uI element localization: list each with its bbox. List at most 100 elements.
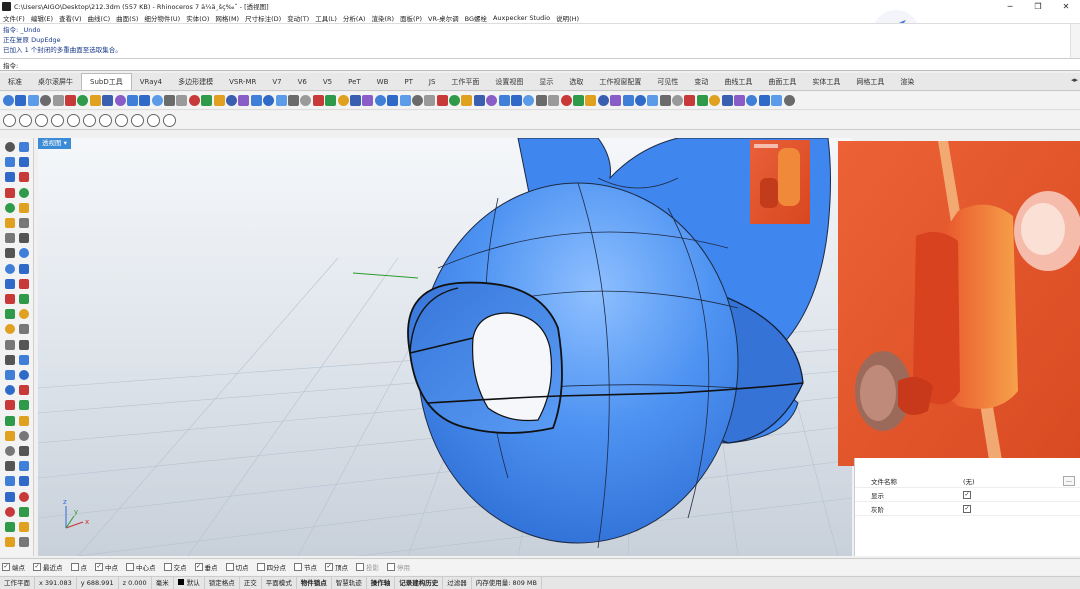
tab-cplanes[interactable]: 工作平面 bbox=[443, 75, 487, 90]
toolbox-tool-icon[interactable] bbox=[5, 476, 15, 487]
menu-transform[interactable]: 变动(T) bbox=[287, 13, 309, 23]
toolbox-tool-icon[interactable] bbox=[5, 537, 15, 548]
edit-tool-button-icon[interactable] bbox=[83, 113, 96, 127]
osnap-checkbox[interactable]: ✓ bbox=[33, 563, 41, 571]
toolbox-tool-icon[interactable] bbox=[5, 430, 15, 441]
toolbox-tool-icon[interactable] bbox=[5, 172, 15, 183]
osnap-checkbox[interactable] bbox=[126, 563, 134, 571]
toolbox-tool-icon[interactable] bbox=[19, 400, 29, 411]
toolbox-tool-icon[interactable] bbox=[5, 491, 15, 502]
toolbox-tool-icon[interactable] bbox=[5, 324, 15, 335]
toolbox-tool-icon[interactable] bbox=[5, 370, 15, 380]
tab-vsr-mr[interactable]: VSR-MR bbox=[221, 75, 264, 90]
subd-tool-button-icon[interactable] bbox=[709, 95, 721, 106]
subd-tool-button-icon[interactable] bbox=[721, 95, 733, 106]
toolbox-tool-icon[interactable] bbox=[5, 294, 15, 304]
tab-poly-modeling[interactable]: 多边形建模 bbox=[170, 75, 221, 90]
minimize-button[interactable]: ─ bbox=[996, 0, 1024, 12]
menu-tools[interactable]: 工具(L) bbox=[315, 13, 337, 23]
osnap-checkbox[interactable] bbox=[356, 563, 364, 571]
subd-tool-button-icon[interactable] bbox=[3, 95, 14, 106]
tab-pt[interactable]: PT bbox=[396, 75, 421, 90]
menu-mesh[interactable]: 网格(M) bbox=[215, 13, 239, 23]
toolbox-tool-icon[interactable] bbox=[19, 506, 29, 517]
toolbox-tool-icon[interactable] bbox=[19, 309, 29, 320]
subd-tool-button-icon[interactable] bbox=[622, 95, 634, 106]
subd-tool-button-icon[interactable] bbox=[399, 95, 411, 106]
osnap-checkbox[interactable] bbox=[294, 563, 302, 571]
subd-tool-button-icon[interactable] bbox=[523, 95, 535, 106]
subd-tool-button-icon[interactable] bbox=[337, 95, 349, 106]
subd-tool-button-icon[interactable] bbox=[424, 95, 436, 106]
toolbox-tool-icon[interactable] bbox=[5, 142, 15, 152]
subd-tool-button-icon[interactable] bbox=[77, 95, 89, 106]
toolbox-tool-icon[interactable] bbox=[19, 339, 29, 350]
toolbox-tool-icon[interactable] bbox=[5, 522, 15, 532]
status-grid-snap[interactable]: 锁定格点 bbox=[205, 576, 240, 589]
toolbox-tool-icon[interactable] bbox=[19, 430, 29, 441]
subd-tool-button-icon[interactable] bbox=[238, 95, 250, 106]
toolbox-tool-icon[interactable] bbox=[5, 278, 15, 289]
osnap-option[interactable]: 中心点 bbox=[126, 562, 156, 572]
status-filter[interactable]: 过滤器 bbox=[443, 576, 472, 589]
tab-mesh-tools[interactable]: 网格工具 bbox=[848, 75, 892, 90]
subd-tool-button-icon[interactable] bbox=[746, 95, 758, 106]
subd-tool-button-icon[interactable] bbox=[263, 95, 275, 106]
subd-tool-button-icon[interactable] bbox=[672, 95, 684, 106]
toolbox-tool-icon[interactable] bbox=[5, 157, 15, 168]
menu-render[interactable]: 渲染(R) bbox=[371, 13, 394, 23]
osnap-checkbox[interactable] bbox=[163, 563, 172, 571]
status-layer[interactable]: 默认 bbox=[174, 576, 205, 589]
toolbox-tool-icon[interactable] bbox=[19, 370, 29, 380]
subd-tool-button-icon[interactable] bbox=[275, 95, 287, 106]
subd-tool-button-icon[interactable] bbox=[226, 95, 238, 106]
subd-tool-button-icon[interactable] bbox=[473, 95, 485, 106]
menu-surface[interactable]: 曲面(S) bbox=[116, 13, 138, 23]
osnap-checkbox[interactable] bbox=[387, 563, 395, 571]
toolbox-tool-icon[interactable] bbox=[5, 385, 15, 396]
restore-button[interactable]: ❐ bbox=[1024, 0, 1052, 12]
menu-analyze[interactable]: 分析(A) bbox=[343, 13, 366, 23]
subd-tool-button-icon[interactable] bbox=[771, 95, 783, 106]
perspective-viewport[interactable]: z x y bbox=[38, 138, 852, 556]
toolbox-tool-icon[interactable] bbox=[19, 385, 29, 396]
menu-file[interactable]: 文件(F) bbox=[3, 13, 25, 23]
subd-tool-button-icon[interactable] bbox=[610, 95, 622, 106]
toolbox-tool-icon[interactable] bbox=[5, 506, 15, 517]
toolbox-tool-icon[interactable] bbox=[19, 218, 29, 228]
tab-viewport-layout[interactable]: 工作视窗配置 bbox=[591, 75, 649, 90]
toolbox-tool-icon[interactable] bbox=[5, 309, 15, 320]
subd-tool-button-icon[interactable] bbox=[312, 95, 324, 106]
osnap-option[interactable]: 停用 bbox=[387, 562, 410, 572]
tab-transform[interactable]: 变动 bbox=[686, 75, 716, 90]
subd-tool-button-icon[interactable] bbox=[387, 95, 399, 106]
tab-pet[interactable]: PeT bbox=[340, 75, 369, 90]
subd-tool-button-icon[interactable] bbox=[52, 95, 64, 106]
tab-wb[interactable]: WB bbox=[369, 75, 397, 90]
tab-standard[interactable]: 标准 bbox=[0, 75, 30, 90]
subd-tool-button-icon[interactable] bbox=[27, 95, 39, 106]
subd-tool-button-icon[interactable] bbox=[486, 95, 498, 106]
toolbox-tool-icon[interactable] bbox=[5, 248, 15, 259]
toolbox-tool-icon[interactable] bbox=[19, 354, 29, 365]
toolbox-tool-icon[interactable] bbox=[5, 446, 15, 456]
toolbox-tool-icon[interactable] bbox=[19, 491, 29, 502]
status-gumball[interactable]: 操作轴 bbox=[367, 576, 396, 589]
tab-select[interactable]: 选取 bbox=[561, 75, 591, 90]
subd-tool-button-icon[interactable] bbox=[659, 95, 671, 106]
osnap-option[interactable]: ✓ 最近点 bbox=[33, 562, 63, 572]
osnap-checkbox[interactable]: ✓ bbox=[95, 563, 103, 571]
status-smarttrack[interactable]: 智慧轨迹 bbox=[332, 576, 367, 589]
tab-display[interactable]: 显示 bbox=[531, 75, 561, 90]
edit-tool-button-icon[interactable] bbox=[35, 113, 48, 127]
osnap-option[interactable]: 节点 bbox=[294, 562, 317, 572]
toolbox-tool-icon[interactable] bbox=[5, 187, 15, 198]
menu-vr[interactable]: VR-桌尔调 bbox=[428, 13, 459, 23]
close-button[interactable]: ✕ bbox=[1052, 0, 1080, 12]
subd-tool-button-icon[interactable] bbox=[734, 95, 746, 106]
toolbox-tool-icon[interactable] bbox=[19, 263, 29, 274]
tab-plugin[interactable]: 桌尔滚屏牛 bbox=[30, 75, 81, 90]
osnap-option[interactable]: 四分点 bbox=[256, 562, 286, 572]
status-history[interactable]: 记录建构历史 bbox=[395, 576, 444, 589]
subd-tool-button-icon[interactable] bbox=[250, 95, 262, 106]
